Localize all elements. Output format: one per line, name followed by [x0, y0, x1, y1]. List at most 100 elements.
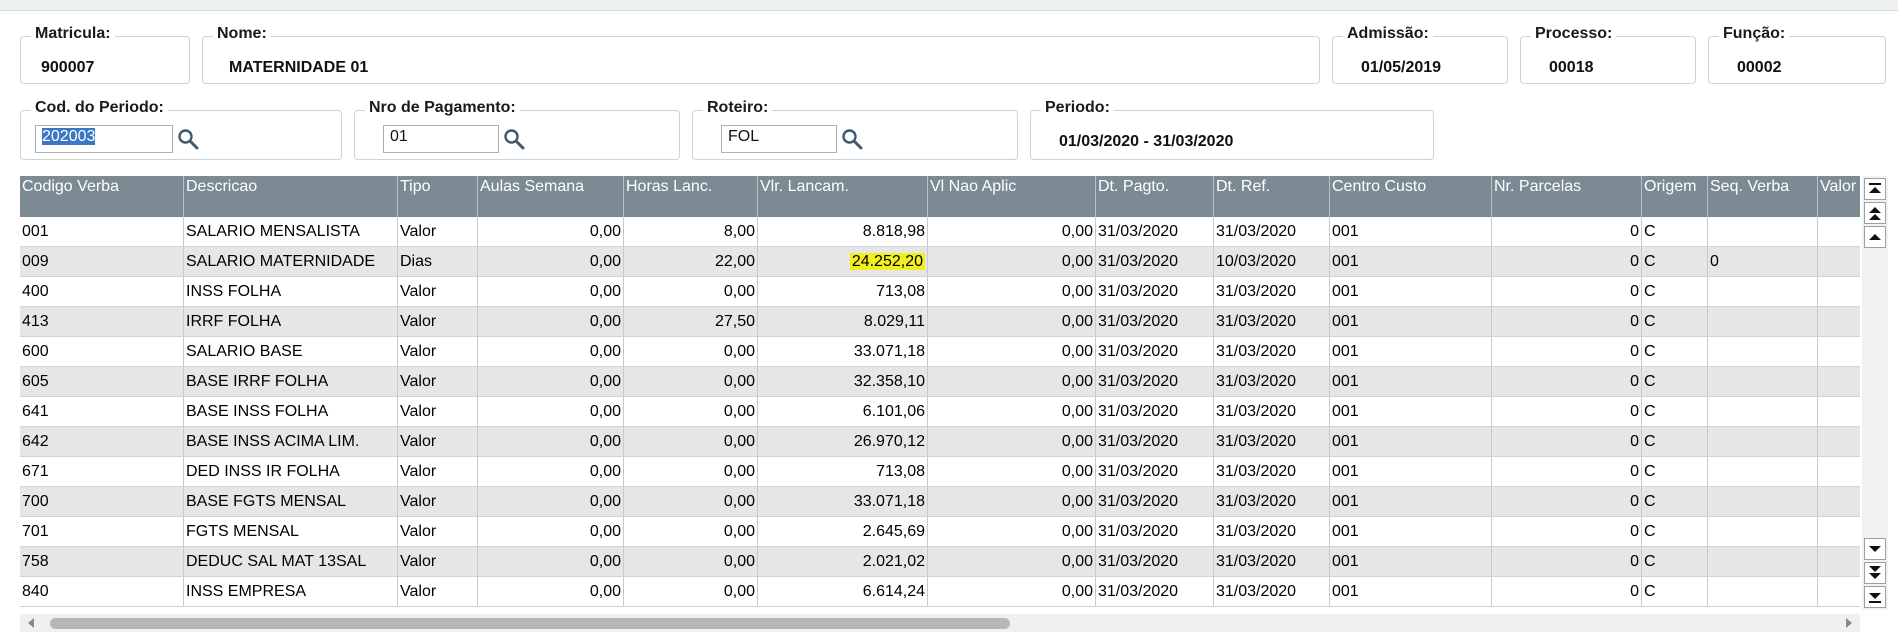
- table-row[interactable]: 671 DED INSS IR FOLHA Valor 0,00 0,00 713,08 0…: [20, 457, 1860, 487]
- table-cell[interactable]: C: [1642, 517, 1708, 547]
- scroll-top-icon[interactable]: [1864, 178, 1886, 200]
- table-cell[interactable]: C: [1642, 337, 1708, 367]
- table-cell[interactable]: 0,00: [478, 517, 624, 547]
- table-cell[interactable]: C: [1642, 547, 1708, 577]
- table-cell[interactable]: [1708, 217, 1818, 247]
- table-cell[interactable]: 0,00: [928, 247, 1096, 277]
- table-cell[interactable]: 31/03/2020: [1096, 457, 1214, 487]
- table-cell[interactable]: 0,00: [624, 367, 758, 397]
- table-cell[interactable]: 0,00: [624, 427, 758, 457]
- column-header[interactable]: Centro Custo: [1330, 176, 1492, 217]
- search-icon[interactable]: [502, 127, 526, 151]
- table-cell[interactable]: BASE INSS ACIMA LIM.: [184, 427, 398, 457]
- table-cell[interactable]: 0,00: [478, 307, 624, 337]
- table-cell[interactable]: 671: [20, 457, 184, 487]
- table-cell[interactable]: 31/03/2020: [1214, 307, 1330, 337]
- table-cell[interactable]: FGTS MENSAL: [184, 517, 398, 547]
- table-cell[interactable]: 001: [1330, 457, 1492, 487]
- table-cell[interactable]: 31/03/2020: [1096, 277, 1214, 307]
- table-cell[interactable]: [1818, 367, 1860, 397]
- table-row[interactable]: 642 BASE INSS ACIMA LIM. Valor 0,00 0,00 26.9…: [20, 427, 1860, 457]
- table-cell[interactable]: [1708, 427, 1818, 457]
- search-icon[interactable]: [840, 127, 864, 151]
- table-cell[interactable]: C: [1642, 577, 1708, 607]
- table-cell[interactable]: 0,00: [928, 577, 1096, 607]
- table-cell[interactable]: C: [1642, 277, 1708, 307]
- table-cell[interactable]: 31/03/2020: [1214, 277, 1330, 307]
- table-cell[interactable]: 0,00: [478, 247, 624, 277]
- horizontal-scroll-thumb[interactable]: [50, 618, 1010, 629]
- table-cell[interactable]: 001: [1330, 367, 1492, 397]
- table-row[interactable]: 758 DEDUC SAL MAT 13SAL Valor 0,00 0,00 2.021…: [20, 547, 1860, 577]
- column-header[interactable]: Seq. Verba: [1708, 176, 1818, 217]
- table-cell[interactable]: 0,00: [478, 577, 624, 607]
- table-row[interactable]: 605 BASE IRRF FOLHA Valor 0,00 0,00 32.358,10…: [20, 367, 1860, 397]
- table-cell[interactable]: 0,00: [478, 337, 624, 367]
- table-cell[interactable]: 0,00: [478, 277, 624, 307]
- table-cell[interactable]: 0,00: [928, 517, 1096, 547]
- table-cell[interactable]: [1708, 337, 1818, 367]
- table-cell[interactable]: INSS EMPRESA: [184, 577, 398, 607]
- table-cell[interactable]: [1818, 247, 1860, 277]
- table-cell[interactable]: 31/03/2020: [1214, 547, 1330, 577]
- table-cell[interactable]: C: [1642, 487, 1708, 517]
- column-header[interactable]: Horas Lanc.: [624, 176, 758, 217]
- table-cell[interactable]: 31/03/2020: [1214, 427, 1330, 457]
- table-cell[interactable]: 0,00: [928, 307, 1096, 337]
- table-cell[interactable]: 6.614,24: [758, 577, 928, 607]
- column-header[interactable]: Codigo Verba: [20, 176, 184, 217]
- table-cell[interactable]: C: [1642, 457, 1708, 487]
- table-cell[interactable]: 0,00: [928, 547, 1096, 577]
- table-row[interactable]: 701 FGTS MENSAL Valor 0,00 0,00 2.645,69 0,00 3…: [20, 517, 1860, 547]
- table-cell[interactable]: 0,00: [624, 277, 758, 307]
- table-row[interactable]: 840 INSS EMPRESA Valor 0,00 0,00 6.614,24 0,00…: [20, 577, 1860, 607]
- table-cell[interactable]: 31/03/2020: [1096, 427, 1214, 457]
- table-row[interactable]: 009 SALARIO MATERNIDADE Dias 0,00 22,00 24.25…: [20, 247, 1860, 277]
- table-cell[interactable]: INSS FOLHA: [184, 277, 398, 307]
- table-cell[interactable]: BASE IRRF FOLHA: [184, 367, 398, 397]
- table-cell[interactable]: Valor: [398, 517, 478, 547]
- table-cell[interactable]: [1818, 427, 1860, 457]
- table-cell[interactable]: 840: [20, 577, 184, 607]
- table-cell[interactable]: 701: [20, 517, 184, 547]
- table-cell[interactable]: 33.071,18: [758, 487, 928, 517]
- table-cell[interactable]: 0,00: [624, 517, 758, 547]
- table-cell[interactable]: 22,00: [624, 247, 758, 277]
- table-cell[interactable]: 0,00: [624, 457, 758, 487]
- table-cell[interactable]: 0: [1492, 337, 1642, 367]
- table-cell[interactable]: 31/03/2020: [1214, 457, 1330, 487]
- table-cell[interactable]: 0,00: [624, 487, 758, 517]
- table-cell[interactable]: 0,00: [478, 397, 624, 427]
- table-cell[interactable]: Dias: [398, 247, 478, 277]
- table-cell[interactable]: [1818, 547, 1860, 577]
- table-cell[interactable]: Valor: [398, 217, 478, 247]
- table-cell[interactable]: 0,00: [928, 487, 1096, 517]
- table-cell[interactable]: 642: [20, 427, 184, 457]
- table-cell[interactable]: 0,00: [928, 337, 1096, 367]
- table-cell[interactable]: 0: [1492, 307, 1642, 337]
- column-header[interactable]: Nr. Parcelas: [1492, 176, 1642, 217]
- page-up-icon[interactable]: [1864, 202, 1886, 224]
- table-cell[interactable]: 0: [1492, 487, 1642, 517]
- line-up-icon[interactable]: [1864, 226, 1886, 248]
- table-cell[interactable]: [1818, 487, 1860, 517]
- table-cell[interactable]: Valor: [398, 277, 478, 307]
- table-cell[interactable]: 600: [20, 337, 184, 367]
- table-cell[interactable]: BASE INSS FOLHA: [184, 397, 398, 427]
- table-cell[interactable]: 0,00: [928, 277, 1096, 307]
- table-cell[interactable]: [1818, 517, 1860, 547]
- table-cell[interactable]: 31/03/2020: [1096, 337, 1214, 367]
- table-cell[interactable]: 2.021,02: [758, 547, 928, 577]
- table-cell[interactable]: 001: [1330, 247, 1492, 277]
- table-cell[interactable]: 0: [1492, 367, 1642, 397]
- table-cell[interactable]: 0,00: [478, 457, 624, 487]
- table-row[interactable]: 400 INSS FOLHA Valor 0,00 0,00 713,08 0,00 31/0…: [20, 277, 1860, 307]
- table-cell[interactable]: 0: [1492, 547, 1642, 577]
- table-cell[interactable]: [1708, 487, 1818, 517]
- table-cell[interactable]: 2.645,69: [758, 517, 928, 547]
- table-cell[interactable]: 009: [20, 247, 184, 277]
- page-down-icon[interactable]: [1864, 562, 1886, 584]
- table-cell[interactable]: 605: [20, 367, 184, 397]
- table-cell[interactable]: 6.101,06: [758, 397, 928, 427]
- table-cell[interactable]: C: [1642, 307, 1708, 337]
